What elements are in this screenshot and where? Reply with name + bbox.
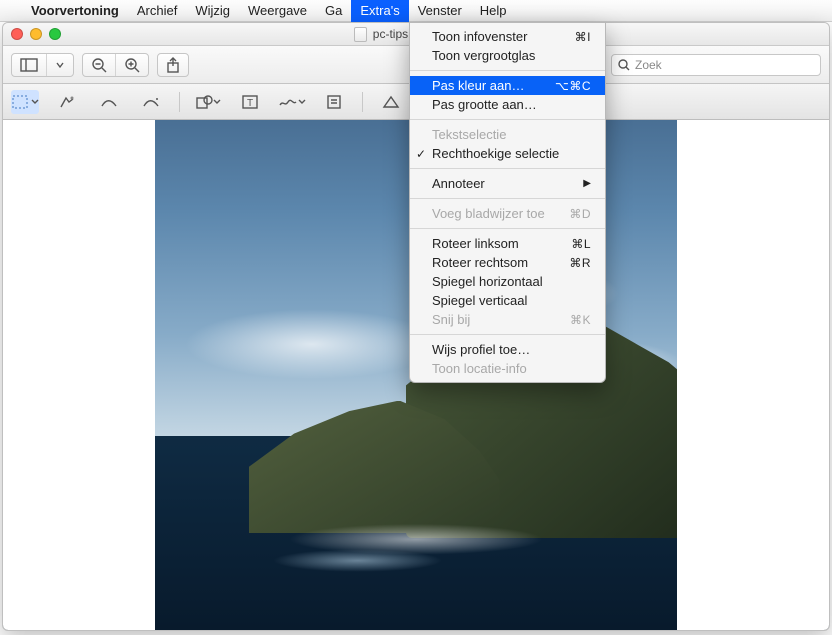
view-mode-segment bbox=[11, 53, 74, 77]
menu-item-label: Roteer linksom bbox=[432, 236, 519, 251]
image-foam bbox=[270, 518, 562, 589]
system-menubar: Voorvertoning Archief Wijzig Weergave Ga… bbox=[0, 0, 832, 22]
menu-item-label: Roteer rechtsom bbox=[432, 255, 528, 270]
app-menu[interactable]: Voorvertoning bbox=[22, 0, 128, 22]
menu-item: Toon locatie-info bbox=[410, 359, 605, 378]
menu-separator bbox=[410, 119, 605, 120]
menu-item-label: Spiegel verticaal bbox=[432, 293, 527, 308]
shapes-button[interactable] bbox=[194, 90, 222, 114]
menu-shortcut: ⌘L bbox=[571, 237, 591, 251]
view-dropdown-button[interactable] bbox=[47, 54, 73, 76]
draw-tool-button[interactable] bbox=[137, 90, 165, 114]
sketch-tool-button[interactable] bbox=[95, 90, 123, 114]
menu-item-label: Pas grootte aan… bbox=[432, 97, 537, 112]
sign-button[interactable] bbox=[278, 90, 306, 114]
menu-item-label: Rechthoekige selectie bbox=[432, 146, 559, 161]
menu-item-label: Toon locatie-info bbox=[432, 361, 527, 376]
menu-extras[interactable]: Extra's bbox=[351, 0, 408, 22]
menu-shortcut: ⌘R bbox=[569, 256, 591, 270]
instant-alpha-button[interactable] bbox=[53, 90, 81, 114]
selection-tool-button[interactable] bbox=[11, 90, 39, 114]
text-tool-button[interactable]: T bbox=[236, 90, 264, 114]
menu-item[interactable]: Toon infovenster ⌘I bbox=[410, 27, 605, 46]
menu-item[interactable]: ✓ Rechthoekige selectie bbox=[410, 144, 605, 163]
menu-item-label: Pas kleur aan… bbox=[432, 78, 525, 93]
menu-item[interactable]: Toon vergrootglas bbox=[410, 46, 605, 65]
zoom-in-button[interactable] bbox=[116, 54, 148, 76]
search-field[interactable]: Zoek bbox=[611, 54, 821, 76]
search-icon bbox=[618, 59, 630, 71]
menu-shortcut: ⌘K bbox=[570, 313, 591, 327]
menu-item[interactable]: Roteer rechtsom ⌘R bbox=[410, 253, 605, 272]
share-button[interactable] bbox=[158, 54, 188, 76]
menu-item[interactable]: Spiegel verticaal bbox=[410, 291, 605, 310]
menu-item-label: Snij bij bbox=[432, 312, 470, 327]
zoom-segment bbox=[82, 53, 149, 77]
menu-wijzig[interactable]: Wijzig bbox=[186, 0, 239, 22]
menu-item[interactable]: Roteer linksom ⌘L bbox=[410, 234, 605, 253]
menu-venster[interactable]: Venster bbox=[409, 0, 471, 22]
mask-button[interactable] bbox=[377, 90, 405, 114]
extras-dropdown-menu: Toon infovenster ⌘I Toon vergrootglas Pas k… bbox=[409, 22, 606, 383]
menu-item-label: Toon vergrootglas bbox=[432, 48, 535, 63]
menu-item[interactable]: Wijs profiel toe… bbox=[410, 340, 605, 359]
menu-weergave[interactable]: Weergave bbox=[239, 0, 316, 22]
svg-text:T: T bbox=[247, 98, 253, 109]
menu-item: Voeg bladwijzer toe ⌘D bbox=[410, 204, 605, 223]
minimize-button[interactable] bbox=[30, 28, 42, 40]
menu-item[interactable]: Annoteer ▶ bbox=[410, 174, 605, 193]
menu-item[interactable]: Spiegel horizontaal bbox=[410, 272, 605, 291]
menu-separator bbox=[410, 334, 605, 335]
menu-item-label: Annoteer bbox=[432, 176, 485, 191]
search-placeholder: Zoek bbox=[635, 58, 662, 72]
checkmark-icon: ✓ bbox=[416, 147, 426, 161]
menu-item: Tekstselectie bbox=[410, 125, 605, 144]
zoom-out-button[interactable] bbox=[83, 54, 116, 76]
toolbar-separator bbox=[179, 92, 180, 112]
menu-help[interactable]: Help bbox=[471, 0, 516, 22]
note-button[interactable] bbox=[320, 90, 348, 114]
menu-separator bbox=[410, 198, 605, 199]
menu-separator bbox=[410, 228, 605, 229]
menu-archief[interactable]: Archief bbox=[128, 0, 186, 22]
menu-item-label: Voeg bladwijzer toe bbox=[432, 206, 545, 221]
menu-item[interactable]: Pas grootte aan… bbox=[410, 95, 605, 114]
menu-item-label: Spiegel horizontaal bbox=[432, 274, 543, 289]
menu-shortcut: ⌘D bbox=[569, 207, 591, 221]
zoom-button[interactable] bbox=[49, 28, 61, 40]
document-icon bbox=[354, 27, 367, 42]
menu-ga[interactable]: Ga bbox=[316, 0, 351, 22]
menu-shortcut: ⌘I bbox=[575, 30, 591, 44]
menu-shortcut: ⌥⌘C bbox=[555, 79, 591, 93]
menu-separator bbox=[410, 168, 605, 169]
menu-item-label: Wijs profiel toe… bbox=[432, 342, 530, 357]
menu-item-label: Tekstselectie bbox=[432, 127, 506, 142]
menu-separator bbox=[410, 70, 605, 71]
menu-item: Snij bij ⌘K bbox=[410, 310, 605, 329]
share-segment bbox=[157, 53, 189, 77]
toolbar-separator bbox=[362, 92, 363, 112]
close-button[interactable] bbox=[11, 28, 23, 40]
submenu-arrow-icon: ▶ bbox=[583, 178, 591, 189]
menu-item-label: Toon infovenster bbox=[432, 29, 527, 44]
menu-item[interactable]: Pas kleur aan… ⌥⌘C bbox=[410, 76, 605, 95]
sidebar-view-button[interactable] bbox=[12, 54, 47, 76]
traffic-lights bbox=[11, 28, 61, 40]
